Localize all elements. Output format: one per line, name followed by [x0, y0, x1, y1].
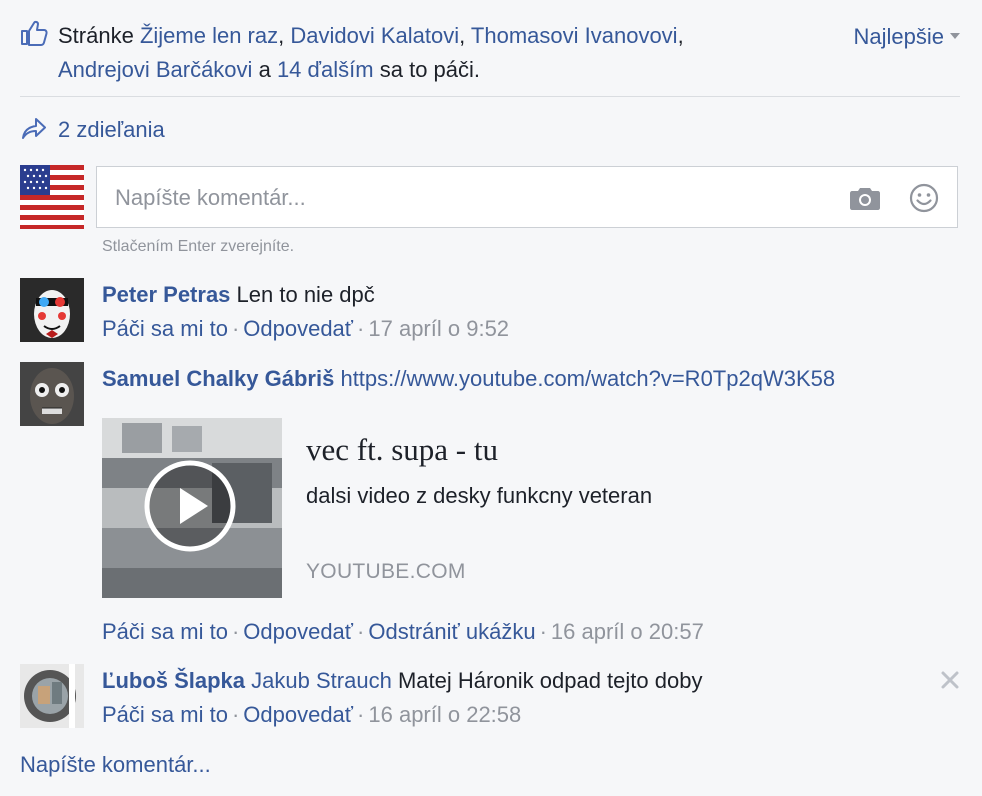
avatar[interactable]: [20, 165, 84, 229]
preview-source: YOUTUBE.COM: [306, 560, 466, 583]
reply-action[interactable]: Odpovedať: [243, 316, 353, 341]
comment-line: Ľuboš Šlapka Jakub Strauch Matej Háronik…: [102, 664, 942, 698]
separator: ·: [357, 702, 365, 727]
share-arrow-icon: [22, 118, 46, 139]
write-comment-link[interactable]: Napíšte komentár...: [20, 748, 211, 782]
camera-icon[interactable]: [849, 184, 881, 212]
divider: [20, 96, 960, 97]
liker-link[interactable]: Thomasovi Ivanovovi: [471, 23, 678, 48]
shares-label: 2 zdieľania: [58, 117, 165, 142]
separator: ·: [231, 619, 240, 644]
like-action[interactable]: Páči sa mi to: [102, 702, 228, 727]
comment-author[interactable]: Samuel Chalky Gábriš: [102, 366, 334, 391]
comment-input[interactable]: [113, 167, 817, 229]
comment-line: Samuel Chalky Gábriš https://www.youtube…: [102, 362, 942, 396]
avatar[interactable]: [20, 362, 84, 426]
comment-text: Matej Háronik odpad tejto doby: [397, 668, 703, 693]
jigsaw-avatar-image: [20, 278, 84, 342]
video-preview[interactable]: vec ft. supa - tu dalsi video z desky fu…: [102, 418, 962, 598]
comment-body: Peter Petras Len to nie dpč Páči sa mi t…: [102, 278, 942, 346]
likes-connector: a: [258, 57, 271, 82]
reply-action[interactable]: Odpovedať: [243, 702, 353, 727]
thumbs-up-icon[interactable]: [20, 20, 48, 46]
avatar[interactable]: [20, 664, 84, 728]
comment-time[interactable]: 17 apríl o 9:52: [368, 316, 509, 341]
video-thumbnail[interactable]: [102, 418, 282, 598]
like-action[interactable]: Páči sa mi to: [102, 316, 228, 341]
enter-hint: Stlačením Enter zverejníte.: [102, 238, 295, 255]
comment-actions: Páči sa mi to · Odpovedať · Odstrániť ukážku…: [102, 615, 704, 649]
remove-preview-action[interactable]: Odstrániť ukážku: [368, 619, 535, 644]
emoji-icon[interactable]: [909, 183, 939, 213]
liker-link[interactable]: Davidovi Kalatovi: [290, 23, 459, 48]
sort-label: Najlepšie: [853, 24, 945, 49]
separator: ·: [231, 316, 240, 341]
comment-line: Peter Petras Len to nie dpč: [102, 278, 942, 312]
comment-actions: Páči sa mi to · Odpovedať · 17 apríl o 9:52: [102, 312, 942, 346]
others-link[interactable]: 14 ďalším: [277, 57, 374, 82]
comment-author[interactable]: Ľuboš Šlapka: [102, 668, 245, 693]
youtube-link[interactable]: https://www.youtube.com/watch?v=R0Tp2qW3…: [340, 366, 835, 391]
sort-dropdown[interactable]: Najlepšie: [853, 20, 960, 54]
separator: ·: [231, 702, 240, 727]
avatar[interactable]: [20, 278, 84, 342]
comment-text: Len to nie dpč: [236, 282, 375, 307]
caret-down-icon: [950, 33, 960, 40]
comment-compose-box[interactable]: [96, 166, 958, 229]
separator: ·: [357, 316, 365, 341]
likes-text: Stránke Žijeme len raz, Davidovi Kalatov…: [58, 23, 684, 82]
flag-avatar-image: [20, 165, 84, 229]
face-avatar-image: [20, 362, 84, 426]
likes-suffix: sa to páči.: [379, 57, 481, 82]
comment-body: Ľuboš Šlapka Jakub Strauch Matej Háronik…: [102, 664, 942, 732]
preview-description: dalsi video z desky funkcny veteran: [306, 483, 653, 508]
close-icon[interactable]: [940, 670, 960, 690]
comment-time[interactable]: 16 apríl o 22:58: [368, 702, 521, 727]
play-icon[interactable]: [143, 459, 237, 553]
comment-actions: Páči sa mi to · Odpovedať · 16 apríl o 22:58: [102, 698, 942, 732]
like-action[interactable]: Páči sa mi to: [102, 619, 228, 644]
comment-body: Samuel Chalky Gábriš https://www.youtube…: [102, 362, 942, 396]
fisheye-avatar-image: [20, 664, 84, 728]
preview-title[interactable]: vec ft. supa - tu: [306, 428, 498, 472]
likes-prefix: Stránke: [58, 23, 134, 48]
separator: ·: [357, 619, 365, 644]
tagged-person[interactable]: Jakub Strauch: [251, 668, 392, 693]
comment-time[interactable]: 16 apríl o 20:57: [551, 619, 704, 644]
liker-link[interactable]: Andrejovi Barčákovi: [58, 57, 252, 82]
separator: ·: [539, 619, 547, 644]
liker-link[interactable]: Žijeme len raz: [140, 23, 278, 48]
reply-action[interactable]: Odpovedať: [243, 619, 353, 644]
comment-author[interactable]: Peter Petras: [102, 282, 230, 307]
